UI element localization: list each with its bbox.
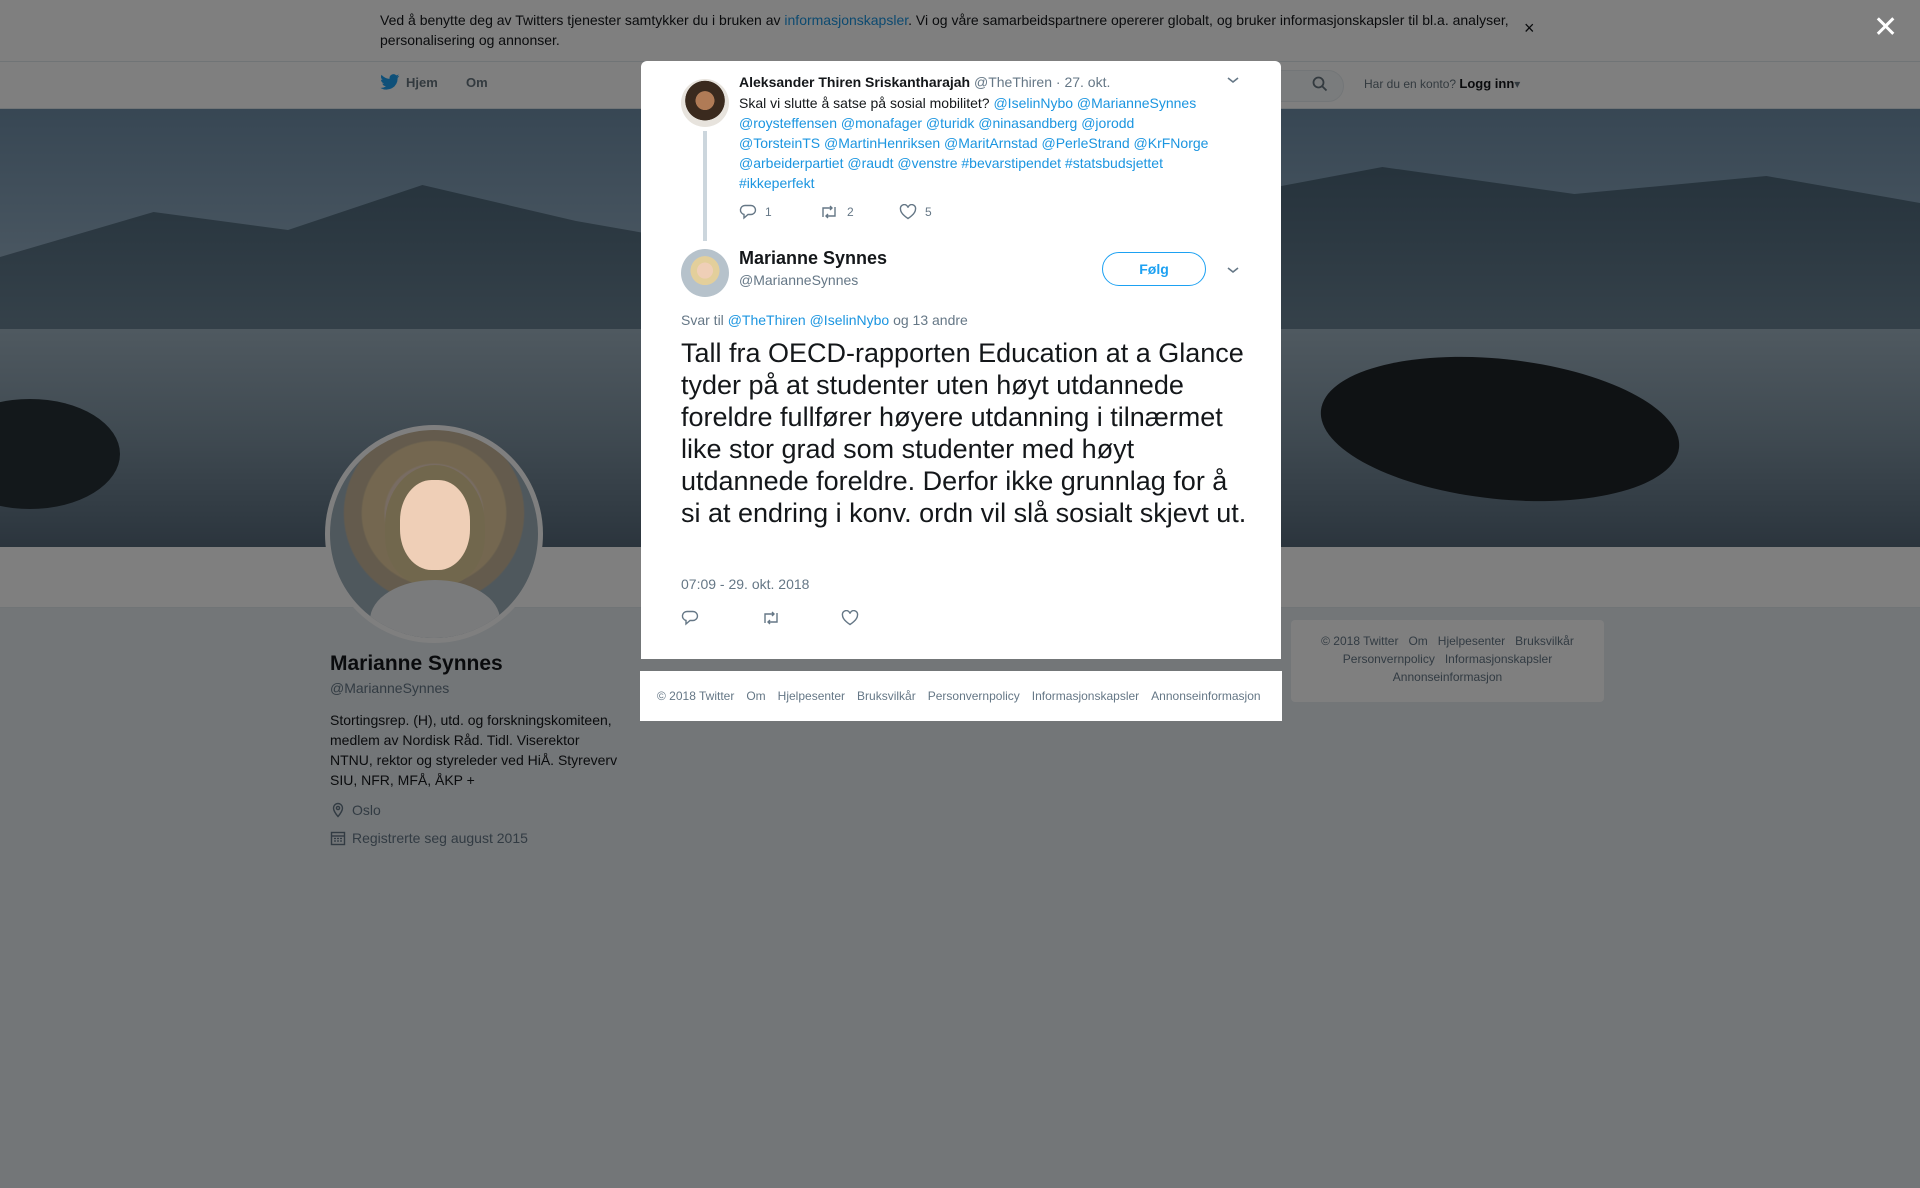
parent-tweet-actions: 1 2 5 bbox=[739, 204, 979, 220]
follow-button[interactable]: Følg bbox=[1102, 252, 1206, 286]
parent-tweet-chevron-down-icon[interactable] bbox=[1226, 74, 1240, 88]
main-tweet-text: Tall fra OECD-rapporten Education at a G… bbox=[681, 338, 1247, 528]
main-tweet-avatar[interactable] bbox=[681, 249, 729, 297]
main-reply-button[interactable] bbox=[681, 610, 761, 626]
parent-retweet-button[interactable]: 2 bbox=[819, 204, 899, 220]
parent-tweet-name[interactable]: Aleksander Thiren Sriskantharajah bbox=[739, 74, 970, 90]
reply-to-mentions[interactable]: @TheThiren @IselinNybo bbox=[728, 312, 890, 328]
modal-footer: © 2018 Twitter Om Hjelpesenter Bruksvilk… bbox=[640, 671, 1282, 721]
retweet-icon bbox=[764, 611, 778, 625]
main-retweet-button[interactable] bbox=[761, 610, 841, 626]
modal-footer-terms[interactable]: Bruksvilkår bbox=[857, 689, 916, 703]
parent-tweet-header: Aleksander Thiren Sriskantharajah @TheTh… bbox=[739, 74, 1110, 90]
reply-to-line: Svar til @TheThiren @IselinNybo og 13 an… bbox=[681, 312, 968, 328]
reply-icon bbox=[681, 610, 699, 626]
reply-to-prefix: Svar til bbox=[681, 312, 728, 328]
parent-tweet-text: Skal vi slutte å satse på sosial mobilit… bbox=[739, 93, 1219, 193]
retweet-icon bbox=[822, 205, 836, 219]
parent-reply-count: 1 bbox=[765, 205, 772, 219]
parent-tweet-handle[interactable]: @TheThiren bbox=[974, 74, 1052, 90]
parent-tweet-date[interactable]: · 27. okt. bbox=[1056, 74, 1110, 90]
reply-to-others[interactable]: og 13 andre bbox=[889, 312, 968, 328]
parent-like-count: 5 bbox=[925, 205, 932, 219]
modal-footer-ads[interactable]: Annonseinformasjon bbox=[1151, 689, 1260, 703]
heart-icon bbox=[899, 204, 917, 220]
modal-footer-privacy[interactable]: Personvernpolicy bbox=[928, 689, 1020, 703]
modal-close-button[interactable]: ✕ bbox=[1873, 10, 1898, 45]
parent-retweet-count: 2 bbox=[847, 205, 854, 219]
modal-footer-copyright: © 2018 Twitter bbox=[657, 689, 735, 703]
parent-like-button[interactable]: 5 bbox=[899, 204, 979, 220]
modal-footer-cookies[interactable]: Informasjonskapsler bbox=[1032, 689, 1139, 703]
parent-reply-button[interactable]: 1 bbox=[739, 204, 819, 220]
main-tweet-timestamp[interactable]: 07:09 - 29. okt. 2018 bbox=[681, 576, 809, 592]
thread-line bbox=[703, 131, 707, 241]
heart-icon bbox=[841, 610, 859, 626]
main-tweet-name[interactable]: Marianne Synnes bbox=[739, 248, 887, 269]
tweet-modal: Aleksander Thiren Sriskantharajah @TheTh… bbox=[641, 61, 1281, 659]
parent-tweet-plain: Skal vi slutte å satse på sosial mobilit… bbox=[739, 95, 994, 111]
modal-footer-help[interactable]: Hjelpesenter bbox=[778, 689, 845, 703]
avatar-face bbox=[400, 480, 470, 570]
main-like-button[interactable] bbox=[841, 610, 921, 626]
parent-tweet-avatar[interactable] bbox=[681, 79, 729, 127]
reply-icon bbox=[739, 204, 757, 220]
main-tweet-handle[interactable]: @MarianneSynnes bbox=[739, 272, 858, 288]
main-tweet-actions bbox=[681, 610, 921, 626]
modal-footer-about[interactable]: Om bbox=[746, 689, 765, 703]
main-tweet-chevron-down-icon[interactable] bbox=[1226, 264, 1240, 278]
